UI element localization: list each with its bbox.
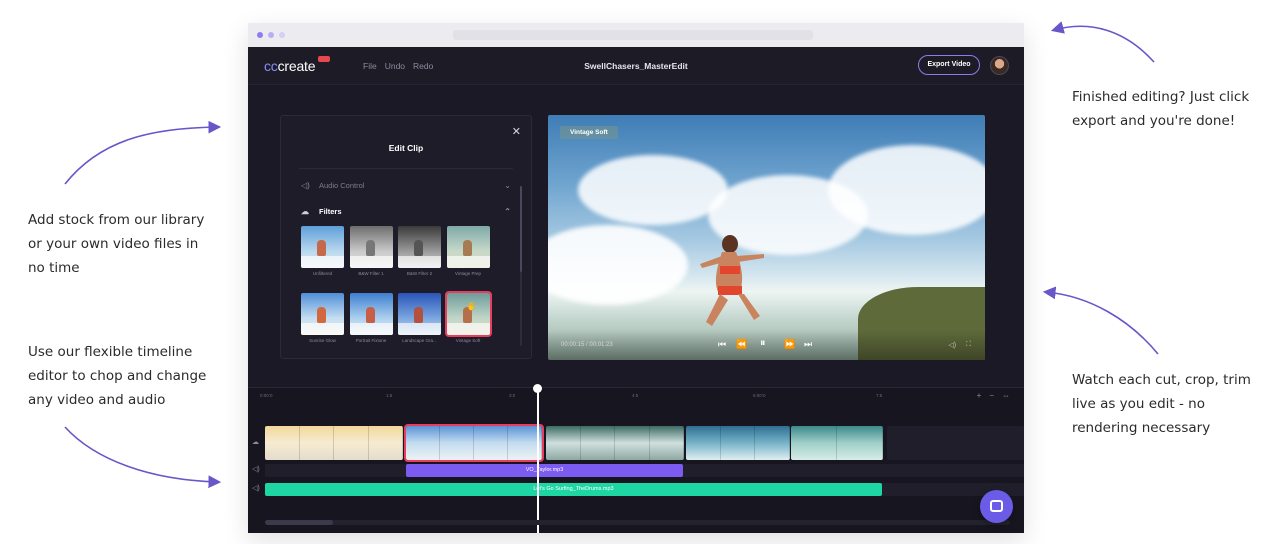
annotation-timeline: Use our flexible timeline editor to chop… [28,344,207,408]
rewind-icon[interactable]: ⏪ [736,339,747,350]
address-bar[interactable] [453,30,813,40]
ruler-tick: 0:00:0 [260,393,273,398]
skip-back-icon[interactable]: ⏮ [718,339,726,350]
surfer-figure [700,235,764,326]
video-clip[interactable] [265,426,403,460]
timeline: 0:00:0 1:5 3:0 4:5 6:00:0 7:5 + − ⇔ ☁ ◁)… [248,384,1024,533]
arrow-to-timeline [64,426,222,489]
filters-section[interactable]: ☁ Filters ⌃ [301,204,511,218]
panel-divider [299,168,513,169]
window-dot-close[interactable] [257,32,263,38]
filter-bw-2[interactable]: B&W Filter 2 [398,226,441,276]
annotation-library: Add stock from our library or your own v… [28,212,205,276]
chevron-up-icon: ⌃ [504,206,511,216]
filter-bw-1[interactable]: B&W Filter 1 [349,226,393,276]
audio-control-label: Audio Control [319,180,365,190]
fit-icon[interactable]: ⇔ [1002,391,1010,400]
ruler-tick: 1:5 [386,393,393,398]
panel-title: Edit Clip [388,143,424,153]
chat-button[interactable] [980,490,1013,523]
arrow-to-library [64,120,222,185]
cloud-icon: ☁ [301,206,309,216]
window-dot-minimize[interactable] [268,32,274,38]
video-track [265,424,1024,462]
audio-clip-vo[interactable]: VO_Taylor.mp3 [406,464,683,477]
video-preview[interactable]: Vintage Soft 00:00:15 / 00:01:23 ⏮ ⏪ ⏸ ⏩… [548,115,985,360]
ruler-tick: 6:00:0 [753,393,766,398]
filter-sunrise-glow[interactable]: Sunrise Glow [301,293,344,343]
speaker-icon: ◁) [301,180,310,190]
video-clip[interactable] [791,426,883,460]
playhead[interactable] [537,388,539,533]
arrow-to-preview [1042,286,1159,355]
ruler-tick: 3:0 [509,393,516,398]
pause-icon[interactable]: ⏸ [760,337,766,350]
edit-clip-panel: Edit Clip ✕ ◁) Audio Control ⌄ ☁ Filters… [280,115,532,359]
filter-landscape-grade[interactable]: Landscape Gra... [398,293,441,343]
workspace: Edit Clip ✕ ◁) Audio Control ⌄ ☁ Filters… [248,85,1024,387]
user-avatar[interactable] [990,56,1009,75]
project-title: SwellChasers_MasterEdit [584,61,688,71]
volume-icon[interactable]: ◁) [948,341,956,349]
video-clip[interactable] [546,426,684,460]
fast-forward-icon[interactable]: ⏩ [784,339,795,350]
audio-control-section[interactable]: ◁) Audio Control ⌄ [301,178,511,192]
skip-forward-icon[interactable]: ⏭ [804,339,812,350]
timeline-ruler[interactable]: 0:00:0 1:5 3:0 4:5 6:00:0 7:5 + − ⇔ [248,388,1024,408]
fullscreen-icon[interactable]: ⛶ [966,341,971,349]
video-clip[interactable] [686,426,790,460]
annotation-preview: Watch each cut, crop, trim live as you e… [1072,372,1251,436]
zoom-tools: + − ⇔ [977,391,1010,400]
cursor-icon: ✋ [466,302,477,311]
audio-clip-music[interactable]: Let's Go Surfing_TheDrums.mp3 [265,483,882,496]
chevron-down-icon: ⌄ [504,180,511,190]
timecode: 00:00:15 / 00:01:23 [561,342,613,348]
window-dot-maximize[interactable] [279,32,285,38]
annotation-export: Finished editing? Just click export and … [1072,89,1250,129]
zoom-out-icon[interactable]: − [989,391,994,400]
filter-label-overlay: Vintage Soft [560,126,618,139]
panel-scrollbar[interactable] [520,186,522,346]
ruler-tick: 4:5 [632,393,639,398]
app-header: cccreate File Undo Redo SwellChasers_Mas… [248,47,1024,85]
speaker-icon: ◁) [252,485,260,492]
filter-grid: Unfiltered B&W Filter 1 B&W Filter 2 Vin… [301,226,492,343]
chat-icon [990,500,1003,512]
app-window: cccreate File Undo Redo SwellChasers_Mas… [248,23,1024,533]
filter-vintage-soft[interactable]: ✋ Vintage Soft [444,291,492,343]
close-icon[interactable]: ✕ [512,125,521,138]
browser-chrome [248,23,1024,47]
ruler-tick: 7:5 [876,393,883,398]
filters-label: Filters [319,206,342,216]
player-extra-controls: ◁) ⛶ [948,341,971,349]
marketing-page: Add stock from our library or your own v… [0,0,1269,544]
zoom-in-icon[interactable]: + [977,391,982,400]
export-video-button[interactable]: Export Video [918,55,980,75]
speaker-icon: ◁) [252,466,260,473]
empty-track-space [887,426,1024,460]
video-track-icon: ☁ [252,439,259,446]
filter-portrait-fixtone[interactable]: Portrait Fixtone [349,293,393,343]
video-clip-selected[interactable] [404,424,544,462]
playhead-handle[interactable] [533,384,542,393]
timeline-scrollbar[interactable] [265,520,1010,525]
filter-vintage-prep[interactable]: Vintage Prep [446,226,490,276]
filter-unfiltered[interactable]: Unfiltered [301,226,344,276]
arrow-to-export [1050,21,1155,63]
player-controls: 00:00:15 / 00:01:23 ⏮ ⏪ ⏸ ⏩ ⏭ ◁) ⛶ [548,330,985,360]
